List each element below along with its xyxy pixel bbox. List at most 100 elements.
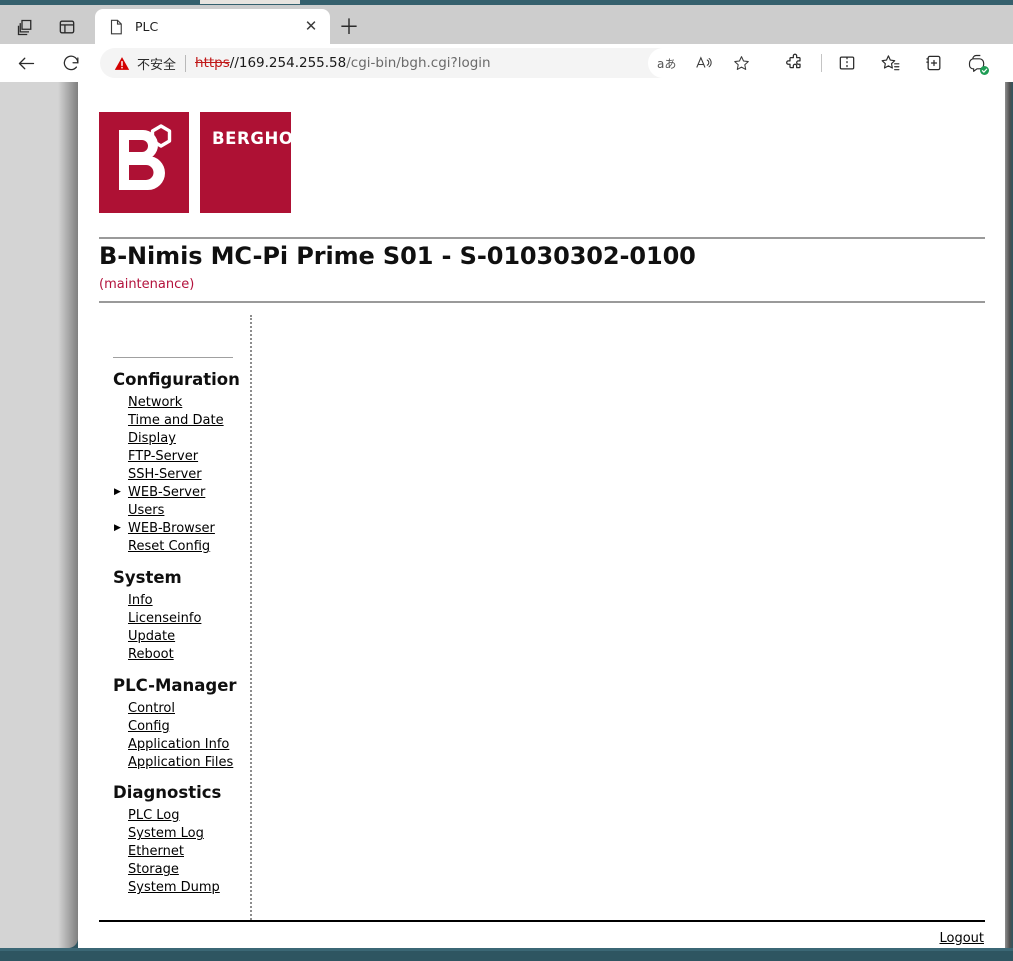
nav-item-application-info[interactable]: ▶Application Info [113,735,243,753]
nav-group-heading: Configuration [113,370,240,389]
nav-link-label[interactable]: Time and Date [128,412,224,430]
favorites-list-icon[interactable] [878,49,903,77]
nav-link-label[interactable]: Control [128,700,175,718]
translate-icon[interactable]: aあ [653,50,681,76]
nav-item-reboot[interactable]: ▶Reboot [113,646,243,664]
sidebar-navigation: Configuration▶Network▶Time and Date▶Disp… [113,357,243,897]
berghof-logo-mark [99,112,189,213]
nav-item-web-server[interactable]: ▶ WEB-Server [113,484,243,502]
nav-link-label[interactable]: Network [128,394,182,412]
nav-group-diagnostics: Diagnostics▶PLC Log▶System Log▶Ethernet▶… [113,782,243,897]
nav-link-label[interactable]: System Dump [128,879,220,897]
page-title: B-Nimis MC-Pi Prime S01 - S-01030302-010… [99,242,696,270]
page-viewport: BERGHOF B-Nimis MC-Pi Prime S01 - S-0103… [78,82,1005,948]
nav-item-time-and-date[interactable]: ▶Time and Date [113,412,243,430]
nav-rule [113,357,233,358]
extensions-icon[interactable] [782,49,807,77]
nav-item-network[interactable]: ▶Network [113,394,243,412]
browser-window: PLC ✕ ＋ 不安全 https//169.254.255.58/cgi-bi… [0,0,1013,961]
nav-link-label[interactable]: Reboot [128,646,174,664]
plc-web-interface: BERGHOF B-Nimis MC-Pi Prime S01 - S-0103… [78,82,1005,948]
split-screen-icon[interactable] [834,49,859,77]
tab-actions-icon[interactable] [52,14,82,40]
nav-link-label[interactable]: Info [128,592,153,610]
nav-item-licenseinfo[interactable]: ▶Licenseinfo [113,610,243,628]
plus-icon[interactable]: ＋ [335,13,363,41]
nav-item-ssh-server[interactable]: ▶SSH-Server [113,466,243,484]
url-scheme: https [195,55,230,71]
berghof-wordmark-text: BERGHOF [212,129,306,148]
reload-icon[interactable] [57,49,85,77]
copilot-icon[interactable] [965,49,990,77]
favorite-star-icon[interactable] [727,50,755,76]
security-status-label: 不安全 [137,57,177,73]
expand-triangle-icon[interactable]: ▶ [113,524,128,533]
page-subtitle-status: (maintenance) [99,277,195,292]
nav-group-heading: PLC-Manager [113,675,237,695]
nav-link-label[interactable]: Storage [128,861,179,879]
url-path: /cgi-bin/bgh.cgi?login [346,55,491,71]
expand-triangle-icon[interactable]: ▶ [113,488,128,497]
collections-icon[interactable] [921,49,946,77]
nav-group-plc-manager: PLC-Manager ▶Control▶Config▶Application I… [113,675,243,772]
nav-link-label[interactable]: PLC Log [128,807,180,825]
nav-link-label[interactable]: System Log [128,825,204,843]
nav-item-ftp-server[interactable]: ▶FTP-Server [113,448,243,466]
title-rule-top [99,237,985,239]
nav-link-label[interactable]: SSH-Server [128,466,202,484]
back-arrow-icon[interactable] [12,49,40,77]
address-bar[interactable]: 不安全 https//169.254.255.58/cgi-bin/bgh.cg… [100,48,700,78]
nav-item-users[interactable]: ▶Users [113,502,243,520]
address-bar-url[interactable]: https//169.254.255.58/cgi-bin/bgh.cgi?lo… [195,55,491,71]
nav-item-update[interactable]: ▶Update [113,628,243,646]
nav-link-label[interactable]: FTP-Server [128,448,198,466]
nav-item-info[interactable]: ▶Info [113,592,243,610]
nav-item-control[interactable]: ▶Control [113,699,243,717]
nav-item-application-files[interactable]: ▶Application Files [113,753,243,771]
nav-link-label[interactable]: Ethernet [128,843,184,861]
nav-item-plc-log[interactable]: ▶PLC Log [113,807,243,825]
nav-item-storage[interactable]: ▶Storage [113,861,243,879]
side-panel-shadow [58,82,78,948]
nav-item-config[interactable]: ▶Config [113,717,243,735]
nav-item-system-log[interactable]: ▶System Log [113,825,243,843]
nav-link-label[interactable]: WEB-Browser [128,520,215,538]
logout-link[interactable]: Logout [939,931,984,946]
url-host: //169.254.255.58 [229,55,347,71]
nav-link-label[interactable]: WEB-Server [128,484,205,502]
nav-group-configuration: Configuration▶Network▶Time and Date▶Disp… [113,369,243,556]
nav-link-label[interactable]: Config [128,718,170,736]
footer-rule [99,920,985,922]
nav-link-label[interactable]: Users [128,502,164,520]
read-aloud-icon[interactable] [690,50,718,76]
window-bottom-highlight [0,948,1013,951]
nav-link-label[interactable]: Application Files [128,754,233,772]
address-bar-actions: aあ [648,48,760,78]
warning-triangle-icon[interactable] [114,56,130,70]
nav-item-web-browser[interactable]: ▶ WEB-Browser [113,520,243,538]
nav-item-ethernet[interactable]: ▶Ethernet [113,843,243,861]
content-divider [250,315,252,920]
nav-group-heading: System [113,567,182,587]
browser-tab[interactable]: PLC ✕ [95,9,330,44]
nav-item-display[interactable]: ▶Display [113,430,243,448]
nav-item-reset-config[interactable]: ▶Reset Config [113,538,243,556]
window-right-shadow [1005,82,1013,948]
berghof-logo: BERGHOF [99,112,305,213]
close-icon[interactable]: ✕ [300,16,322,38]
nav-link-label[interactable]: Application Info [128,736,229,754]
nav-item-system-dump[interactable]: ▶System Dump [113,879,243,897]
nav-group-heading: Diagnostics [113,783,222,803]
nav-link-label[interactable]: Display [128,430,176,448]
logo-gap [189,112,200,213]
address-bar-separator [185,54,187,72]
copilot-workspaces-icon[interactable] [10,14,40,40]
nav-link-label[interactable]: Licenseinfo [128,610,201,628]
toolbar-divider [821,54,823,72]
nav-link-label[interactable]: Update [128,628,175,646]
window-drag-handle[interactable] [200,0,300,4]
browser-tab-title: PLC [135,19,159,34]
nav-group-system: System ▶Info▶Licenseinfo▶Update▶Reboot [113,567,243,664]
berghof-logo-wordmark: BERGHOF [200,112,305,213]
nav-link-label[interactable]: Reset Config [128,538,210,556]
